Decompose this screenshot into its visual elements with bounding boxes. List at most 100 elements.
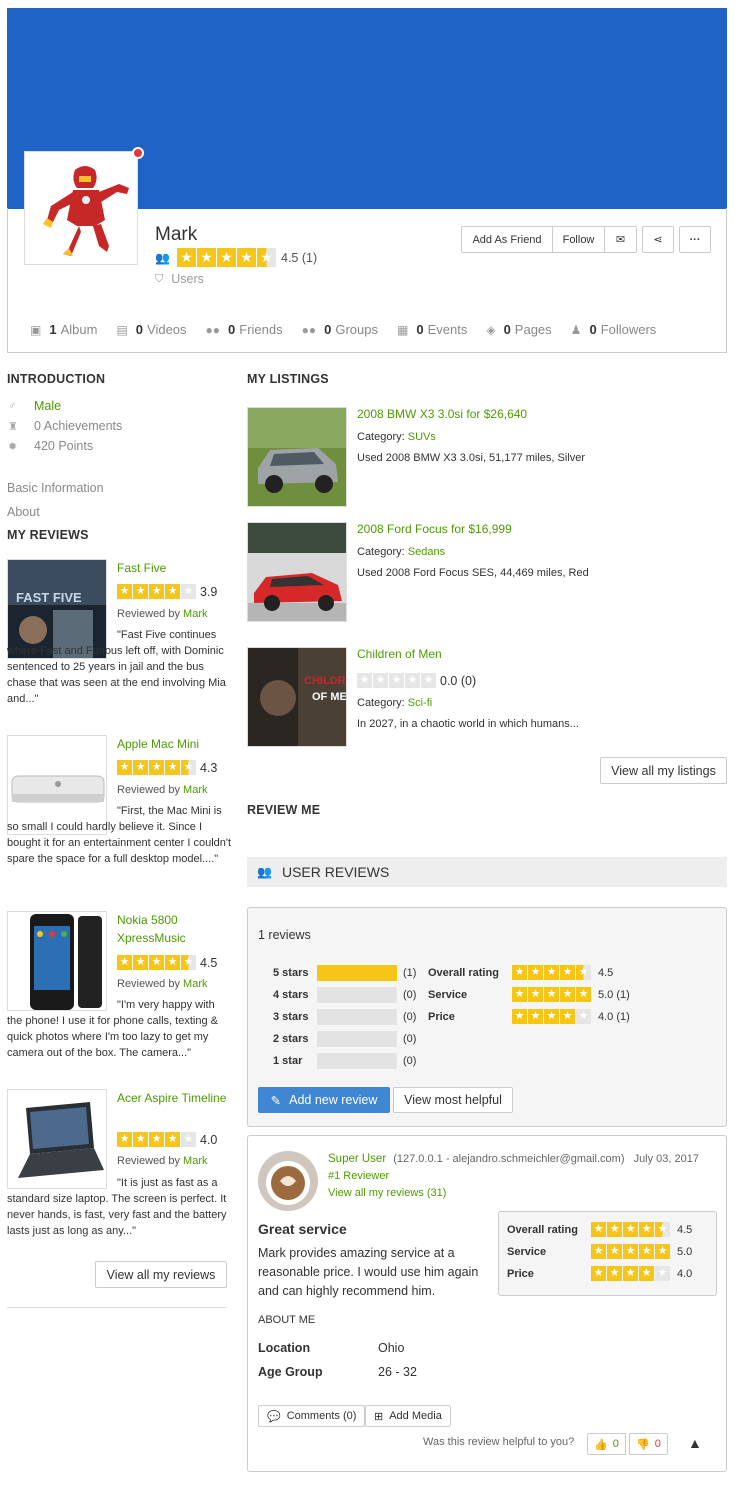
reviewer-link[interactable]: Mark [183, 1155, 207, 1167]
more-button[interactable]: ··· [679, 226, 711, 253]
most-helpful-button[interactable]: View most helpful [393, 1087, 513, 1113]
rating-value: 4.5 [200, 955, 218, 970]
listing-thumbnail[interactable]: CHILDREN OF MEN [247, 647, 347, 747]
listing-title-link[interactable]: 2008 Ford Focus for $16,999 [357, 522, 512, 536]
listing-item: 2008 Ford Focus for $16,999 Category: Se… [247, 522, 727, 622]
listing-category: Category: Sedans [357, 546, 446, 558]
svg-text:CHILDREN: CHILDREN [304, 675, 347, 687]
profile-rating: 👥 ★ ★ ★ ★ ★ 4.5 (1) [155, 248, 317, 267]
category-link[interactable]: Sci-fi [408, 697, 432, 709]
stat-pages[interactable]: ◈ 0 Pages [486, 322, 551, 337]
review-title-link[interactable]: Acer Aspire Timeline [117, 1089, 227, 1107]
comment-icon: 💬 [267, 1410, 281, 1423]
message-button[interactable]: ✉ [604, 226, 637, 253]
stat-events[interactable]: ▦ 0 Events [397, 322, 467, 337]
category-link[interactable]: Sedans [408, 546, 445, 558]
thumbs-down-icon: 👎 [636, 1438, 650, 1451]
follow-button[interactable]: Follow [552, 226, 605, 253]
reviewer-link[interactable]: Mark [183, 784, 207, 796]
helpful-yes-button[interactable]: 👍 0 [587, 1433, 626, 1455]
rating-bar-1[interactable]: 1 star (0) [273, 1053, 416, 1069]
my-reviews-heading: MY REVIEWS [7, 528, 89, 542]
media-icon: ⊞ [374, 1410, 384, 1423]
summary-service: Service ★ ★ ★ ★ ★ 5.0 (1) [428, 987, 630, 1002]
review-thumbnail[interactable] [7, 911, 107, 1011]
add-review-button[interactable]: ✎ Add new review [258, 1087, 390, 1113]
listing-description: Used 2008 BMW X3 3.0si, 51,177 miles, Si… [357, 452, 586, 464]
listing-category: Category: Sci-fi [357, 697, 433, 709]
groups-icon: ●● [301, 322, 317, 337]
view-all-listings-button[interactable]: View all my listings [600, 757, 727, 784]
location-label: Location [258, 1341, 311, 1355]
rating-bar-5[interactable]: 5 stars (1) [273, 965, 416, 981]
ironman-image [25, 152, 137, 264]
stat-followers[interactable]: ♟ 0 Followers [571, 322, 657, 337]
stat-groups[interactable]: ●● 0 Groups [302, 322, 378, 337]
my-review-item: Acer Aspire Timeline ★ ★ ★ ★ ★ 4.0 Reviewed … [7, 1089, 232, 1259]
stat-videos[interactable]: ▤ 0 Videos [116, 322, 186, 337]
stat-albums[interactable]: ▣ 1 Album [30, 322, 97, 337]
star-half-icon: ★ [257, 248, 276, 267]
avatar[interactable] [24, 151, 138, 265]
followers-icon: ♟ [570, 322, 582, 337]
rating-bar-4[interactable]: 4 stars (0) [273, 987, 416, 1003]
category-link[interactable]: SUVs [408, 431, 436, 443]
review-excerpt: "Fast Five continues where Fast and Furi… [7, 629, 226, 705]
shield-icon: ⛉ [155, 272, 164, 285]
review-rating: ★ ★ ★ ★ ★ 4.5 [117, 955, 217, 970]
ford-car-image [248, 523, 346, 621]
rating-bar-3[interactable]: 3 stars (0) [273, 1009, 416, 1025]
report-warning-icon[interactable]: ▲ [688, 1435, 702, 1451]
comments-button[interactable]: 💬 Comments (0) [258, 1405, 366, 1427]
reviewer-avatar[interactable] [258, 1151, 318, 1211]
view-all-reviews-button[interactable]: View all my reviews [95, 1261, 227, 1288]
users-icon: 👥 [155, 250, 170, 265]
helpful-no-button[interactable]: 👎 0 [629, 1433, 668, 1455]
my-review-item: FAST FIVE Fast Five ★ ★ ★ ★ ★ 3.9 Reviewed b… [7, 559, 232, 729]
user-group[interactable]: ⛉ Users [155, 272, 204, 286]
listing-title-link[interactable]: Children of Men [357, 647, 442, 661]
star-icon: ★ [177, 248, 196, 267]
review-title-link[interactable]: Apple Mac Mini [117, 735, 199, 753]
gender-link[interactable]: Male [34, 399, 61, 413]
bmw-car-image [248, 408, 346, 506]
friends-icon: ●● [205, 322, 221, 337]
rating-bar-2[interactable]: 2 stars (0) [273, 1031, 416, 1047]
reviewer-rank-link[interactable]: #1 Reviewer [328, 1170, 389, 1182]
ellipsis-icon: ··· [689, 233, 701, 246]
envelope-icon: ✉ [615, 234, 626, 246]
listing-thumbnail[interactable] [247, 407, 347, 507]
rating-value: 4.3 [200, 760, 218, 775]
listing-description: In 2027, in a chaotic world in which hum… [357, 718, 579, 730]
review-excerpt: "It is just as fast as a standard size l… [7, 1177, 227, 1237]
listing-category: Category: SUVs [357, 431, 436, 443]
thumbs-up-icon: 👍 [594, 1438, 608, 1451]
users-icon: 👥 [257, 865, 272, 879]
listing-thumbnail[interactable] [247, 522, 347, 622]
children-of-men-poster: CHILDREN OF MEN [248, 648, 347, 746]
add-friend-button[interactable]: Add As Friend [461, 226, 553, 253]
review-rating: ★ ★ ★ ★ ★ 4.3 [117, 760, 217, 775]
basic-info-link[interactable]: Basic Information [7, 481, 104, 495]
reviewer-link[interactable]: Mark [183, 608, 207, 620]
review-title-link[interactable]: Nokia 5800 XpressMusic [117, 911, 227, 947]
review-thumbnail[interactable] [7, 1089, 107, 1189]
reviewed-by: Reviewed by Mark [117, 608, 208, 620]
my-review-item: Nokia 5800 XpressMusic ★ ★ ★ ★ ★ 4.5 Reviewe… [7, 911, 232, 1081]
my-listings-heading: MY LISTINGS [247, 372, 329, 386]
about-link[interactable]: About [7, 505, 40, 519]
intro-gender: ♂ Male [8, 399, 61, 413]
reviewer-link[interactable]: Mark [183, 978, 207, 990]
add-media-button[interactable]: ⊞ Add Media [365, 1405, 451, 1427]
author-link[interactable]: Super User [328, 1153, 386, 1165]
share-button[interactable]: ⋖ [642, 226, 674, 253]
listing-title-link[interactable]: 2008 BMW X3 3.0si for $26,640 [357, 407, 527, 421]
stat-friends[interactable]: ●● 0 Friends [206, 322, 283, 337]
reviewed-by: Reviewed by Mark [117, 1155, 208, 1167]
coffee-image [258, 1151, 318, 1211]
review-title-link[interactable]: Fast Five [117, 559, 166, 577]
view-author-reviews-link[interactable]: View all my reviews (31) [328, 1187, 446, 1199]
comment-icon: ✎ [270, 1093, 282, 1108]
listing-item: CHILDREN OF MEN Children of Men ★★★★★ 0.0… [247, 647, 727, 747]
divider [7, 1307, 227, 1308]
